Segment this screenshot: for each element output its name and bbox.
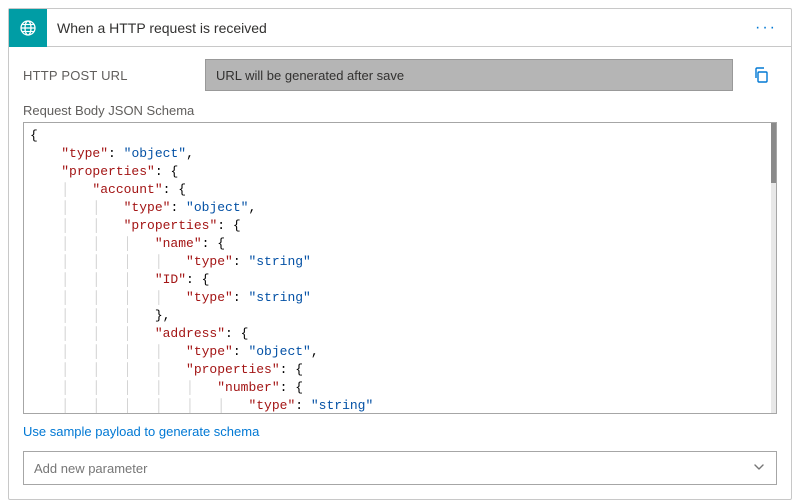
schema-label: Request Body JSON Schema (23, 103, 777, 118)
url-row: HTTP POST URL URL will be generated afte… (23, 59, 777, 91)
add-parameter-dropdown[interactable]: Add new parameter (23, 451, 777, 485)
http-globe-icon (9, 9, 47, 47)
copy-url-button[interactable] (745, 59, 777, 91)
url-placeholder-text: URL will be generated after save (216, 68, 404, 83)
url-readonly-field: URL will be generated after save (205, 59, 733, 91)
chevron-down-icon (752, 460, 766, 477)
card-menu-button[interactable]: ··· (749, 19, 783, 37)
url-label: HTTP POST URL (23, 68, 193, 83)
sample-payload-link[interactable]: Use sample payload to generate schema (23, 424, 777, 439)
schema-editor[interactable]: { "type": "object", "properties": { │ "a… (23, 122, 777, 414)
scrollbar-track[interactable] (771, 123, 776, 413)
card-header: When a HTTP request is received ··· (9, 9, 791, 47)
card-body: HTTP POST URL URL will be generated afte… (9, 47, 791, 499)
http-request-card: When a HTTP request is received ··· HTTP… (8, 8, 792, 500)
scrollbar-thumb[interactable] (771, 123, 776, 183)
add-parameter-placeholder: Add new parameter (34, 461, 147, 476)
card-title: When a HTTP request is received (57, 20, 749, 36)
schema-code[interactable]: { "type": "object", "properties": { │ "a… (24, 123, 776, 414)
